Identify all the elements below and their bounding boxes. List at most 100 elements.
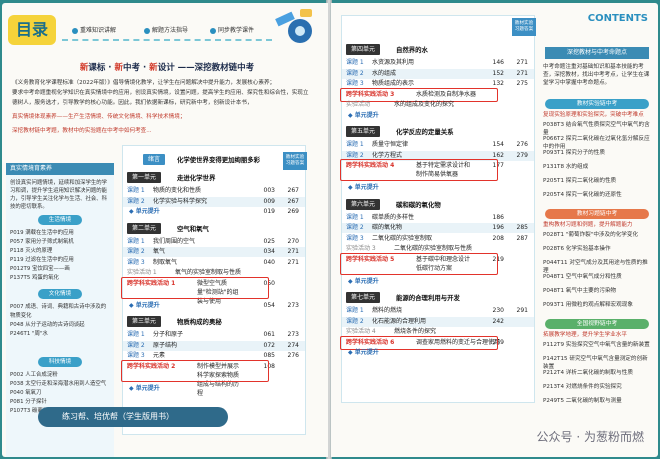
- unit-title: 化学反应的定量关系: [396, 128, 454, 136]
- highlight-box: [121, 276, 269, 299]
- lesson-label: 课题 1: [127, 187, 145, 194]
- toc-row: 课题 1 碳单质的多样性 186: [342, 213, 534, 223]
- toc-right: 教材实验 习题答案 第四单元 自然界的水 课题 1 水资源及其利用 146 271 课题 2…: [340, 15, 536, 403]
- list-item: P007 成语、诗词、典籍和古诗中涉及的物质变化: [10, 304, 107, 319]
- list-item: P028T6 化学实验基本操作: [543, 246, 611, 252]
- toc-row: ◆ 单元提升: [342, 348, 534, 358]
- culture-list: P007 成语、诗词、典籍和古诗中涉及的物质变化 P048 从分子运动的古诗词谈…: [10, 303, 110, 339]
- lesson-name: 二氧化碳的实验室制取: [372, 234, 433, 242]
- toc-row: 课题 1 分子和原子 061 273: [123, 330, 305, 340]
- toc-left: 教材实验 习题答案 绪言 化学使世界变得更加绚丽多彩 第一单元 走进化学世界 课题 …: [121, 145, 307, 435]
- answer-page-number: 276: [516, 141, 528, 148]
- answer-page-number: 269: [287, 208, 299, 215]
- highlight-box: [340, 159, 498, 181]
- page-number: 242: [492, 317, 504, 325]
- lesson-name: 氧气: [153, 248, 166, 255]
- lesson-name: 水资源及其利用: [372, 59, 415, 66]
- list-item: P048T1 氧气中主要的污染物: [543, 288, 617, 294]
- list-item: P028T1 "葡萄炸裂"中涉及的化学变化: [543, 232, 639, 238]
- toc-row: ◆ 单元提升 054 273: [123, 301, 305, 311]
- chip-life: 生活情境: [38, 215, 82, 225]
- lesson-label: 课题 2: [346, 317, 364, 325]
- toc-row: 课题 3 制取氧气 040 271: [123, 258, 305, 268]
- section-head: 全国视野链中考: [545, 319, 649, 329]
- answer-page-number: 267: [287, 187, 299, 194]
- lesson-name: 制取氧气: [153, 258, 178, 266]
- answer-page-number: 291: [516, 307, 528, 314]
- toc-row: ◆ 单元提升 019 269: [123, 207, 305, 217]
- toc-row: 课题 1 我们周围的空气 025 270: [123, 237, 305, 247]
- lesson-label: 课题 2: [127, 197, 145, 205]
- toc-row: 课题 2 碳的氧化物 196 285: [342, 223, 534, 233]
- contents-title: CONTENTS: [587, 13, 648, 24]
- lesson-label: 课题 3: [346, 234, 364, 242]
- list-item: P137T5 鸡蛋的氧化: [10, 275, 59, 281]
- side-tab: 教材实验 习题答案: [512, 18, 536, 36]
- section-note: 拓展教学地理，提升学生学业水平: [543, 332, 627, 338]
- page-number: 186: [492, 213, 504, 221]
- lesson-name: 分子和原子: [153, 331, 184, 338]
- situations-text: 创设真实问题情境，延续和加深学生的学习和调，提升学生运用知识解决问题的能力，引导…: [10, 180, 108, 210]
- toc-row: 课题 2 原子结构 072 274: [123, 340, 305, 351]
- list-item: P249T5 二氧化碳的制取与测量: [543, 398, 622, 404]
- list-item: P002 人工合成淀粉: [10, 372, 58, 378]
- lesson-name: 物质的变化和性质: [153, 187, 202, 194]
- list-item: P131T8 水的组成: [543, 164, 589, 170]
- section-head: 教材实验链中考: [545, 99, 649, 109]
- answer-page-number: 273: [287, 331, 299, 338]
- page-number: 003: [263, 187, 275, 194]
- toc-row: 课题 1 物质的变化和性质 003 267: [123, 186, 305, 196]
- intro-title: 化学使世界变得更加绚丽多彩: [177, 156, 261, 164]
- unit-title: 走进化学世界: [177, 174, 216, 182]
- lesson-label: 课题 1: [346, 141, 364, 148]
- unit-label: 第四单元: [346, 44, 381, 55]
- page-number: 152: [492, 69, 504, 77]
- list-item: P112T9 实验探究空气中氧气含量的新装置: [543, 342, 650, 348]
- lesson-name: 化石能源的合理利用: [372, 317, 427, 325]
- unit-label: 第三单元: [127, 316, 162, 327]
- lesson-name: 我们周围的空气: [153, 237, 196, 245]
- intro-highlight: 真实情境体现素养——生产生活情境、传统文化情境、科学技术情境；: [12, 114, 186, 120]
- header-nav: 重难知识讲解 解题方法指导 同步教学课件: [62, 15, 272, 41]
- lesson-name: 碳单质的多样性: [372, 213, 415, 221]
- highlight-box: [121, 359, 269, 382]
- satellite-illustration: [275, 9, 312, 43]
- answer-page-number: 271: [287, 248, 299, 255]
- lesson-name: 燃料的燃烧: [372, 307, 403, 314]
- lesson-label: 实验活动: [346, 101, 371, 108]
- list-item: P118 灭火的原理: [10, 248, 53, 254]
- section-note: 重构教材习题和例题，提升解题能力: [543, 222, 633, 228]
- lesson-name: 碳的氧化物: [372, 224, 403, 231]
- list-item: P213T4 对燃烧条件的实验探究: [543, 384, 622, 390]
- page-number: 146: [492, 59, 504, 66]
- play-icon: [144, 27, 150, 34]
- list-item: P093T1 探究分子的性质: [543, 150, 605, 156]
- lesson-label: 课题 1: [127, 237, 145, 245]
- page-number: 040: [263, 258, 275, 266]
- unit-title: 空气和氧气: [177, 224, 209, 233]
- lesson-name: 水的组成: [372, 69, 397, 77]
- unit-label: 第六单元: [346, 198, 381, 210]
- lesson-name: 原子结构: [153, 341, 178, 349]
- lesson-name: ◆ 单元提升: [129, 301, 160, 309]
- answer-page-number: 271: [516, 69, 528, 77]
- page-number: 054: [263, 301, 275, 309]
- answer-page-number: 270: [287, 237, 299, 245]
- lesson-label: 课题 1: [127, 331, 145, 338]
- list-item: P012T9 宝饮四宝——画: [10, 266, 70, 272]
- lesson-label: 课题 2: [346, 224, 364, 231]
- intro-highlight: 深挖教材链中考题，教材中的实验题在中考中如何考查...: [12, 128, 152, 134]
- lesson-label: 课题 1: [346, 59, 364, 66]
- toc-row: 课题 2 化石能源的合理利用 242: [342, 316, 534, 327]
- unit-title: 物质构成的奥秘: [177, 318, 222, 326]
- toc-row: ◆ 单元提升: [342, 183, 534, 193]
- lesson-name: 水的组成及变化的探究: [394, 101, 455, 108]
- page-number: 009: [263, 197, 275, 205]
- page-number: 196: [492, 224, 504, 231]
- play-icon: [210, 27, 216, 34]
- list-item: P038 太空行走和深海潜水用到人造空气: [10, 381, 107, 387]
- toc-row: 课题 2 氧气 034 271: [123, 247, 305, 257]
- answer-page-number: 276: [287, 352, 299, 359]
- nav-item-key-knowledge: 重难知识讲解: [72, 25, 116, 34]
- list-item: P057 家用分子筛式制氧机: [10, 239, 74, 245]
